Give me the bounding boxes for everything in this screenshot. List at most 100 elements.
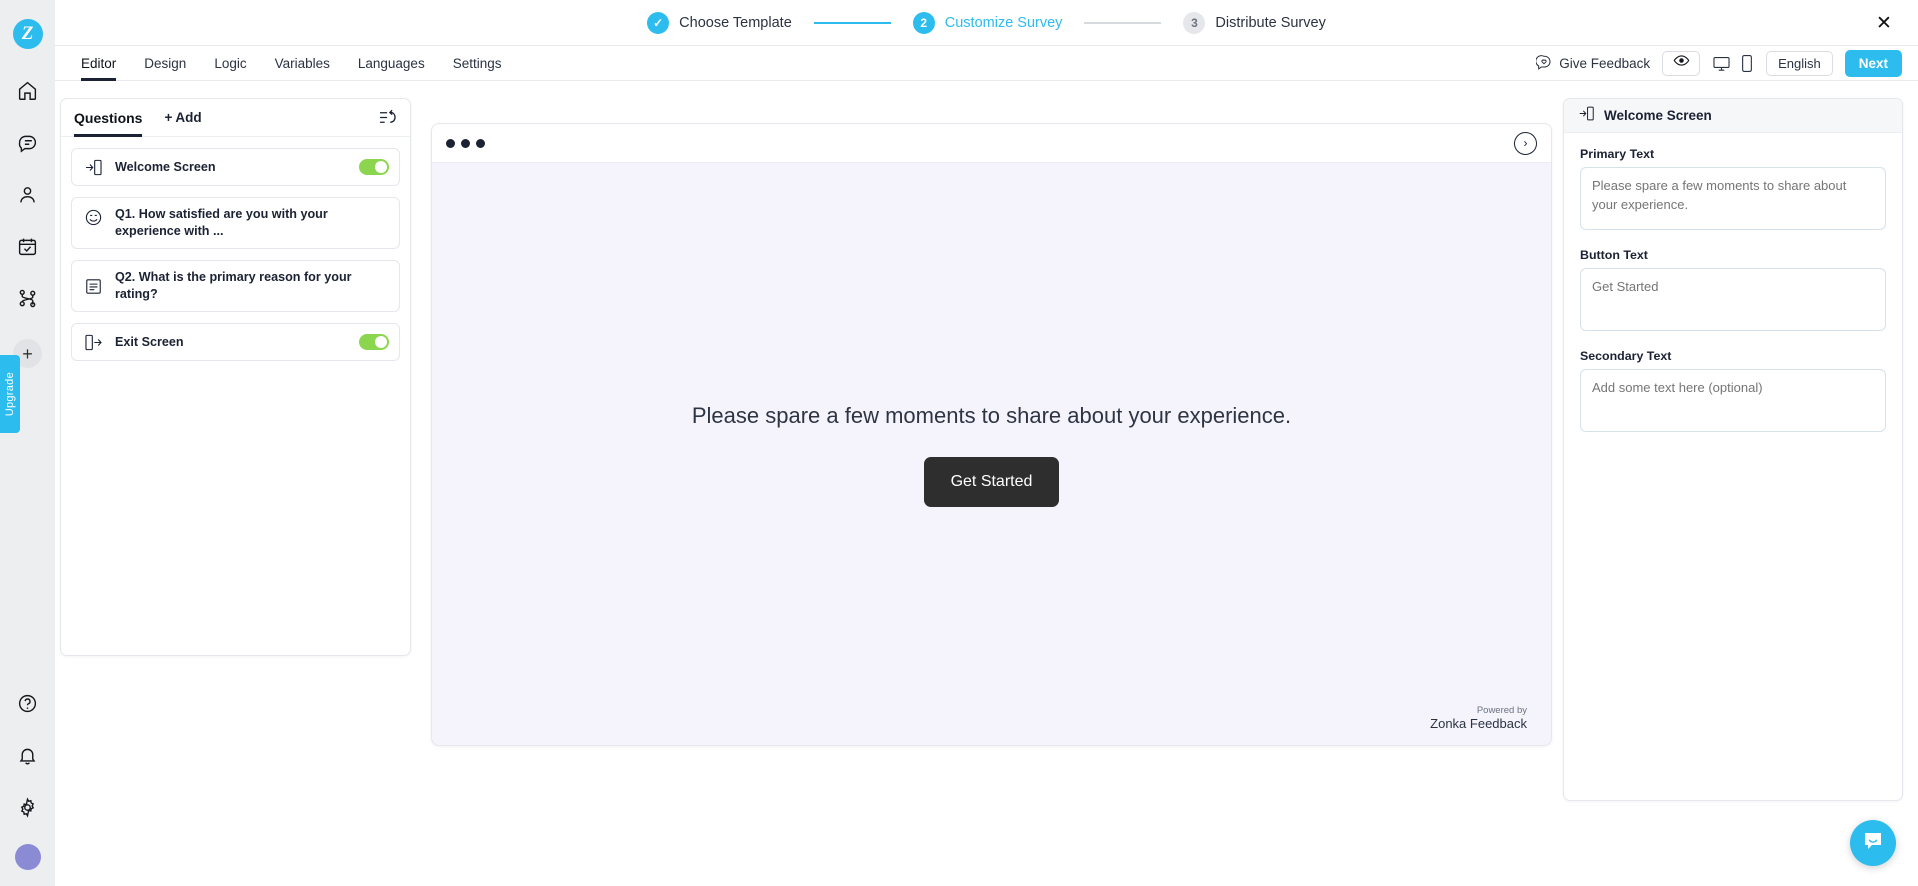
upgrade-label: Upgrade <box>4 371 16 417</box>
button-text-field-group: Button Text <box>1580 248 1886 336</box>
window-dot <box>476 138 485 148</box>
step-badge: 2 <box>912 11 935 34</box>
step-choose-template[interactable]: ✓ Choose Template <box>647 11 792 34</box>
give-feedback-button[interactable]: Give Feedback <box>1535 54 1651 73</box>
question-row-label: Welcome Screen <box>115 159 216 174</box>
step-badge: 3 <box>1183 11 1206 34</box>
properties-panel-body: Primary Text Button Text Secondary Text <box>1564 133 1902 451</box>
questions-tab[interactable]: Questions <box>74 99 143 137</box>
enter-screen-icon <box>1578 105 1595 127</box>
step-badge: ✓ <box>647 11 670 34</box>
notifications-icon[interactable] <box>13 740 43 770</box>
survey-preview: › Please spare a few moments to share ab… <box>431 123 1552 746</box>
question-row-q2[interactable]: Q2. What is the primary reason for your … <box>71 260 400 312</box>
properties-panel-title: Welcome Screen <box>1604 108 1712 123</box>
primary-text-label: Primary Text <box>1580 147 1655 161</box>
tab-logic[interactable]: Logic <box>200 46 260 81</box>
avatar[interactable] <box>14 844 41 870</box>
secondary-text-label: Secondary Text <box>1580 349 1672 363</box>
chat-support-button[interactable] <box>1850 820 1896 866</box>
tab-languages[interactable]: Languages <box>344 46 439 81</box>
question-row-label: Q1. How satisfied are you with your expe… <box>115 207 328 238</box>
window-dots <box>446 138 485 148</box>
window-dot <box>461 138 470 148</box>
rail-bottom-group <box>0 688 55 870</box>
questions-list: Welcome Screen Q1. How satisfied are you… <box>61 137 410 372</box>
exit-screen-toggle[interactable] <box>359 334 389 350</box>
preview-titlebar: › <box>432 124 1551 163</box>
welcome-screen-toggle[interactable] <box>359 159 389 175</box>
question-row-q1[interactable]: Q1. How satisfied are you with your expe… <box>71 197 400 249</box>
chat-bubble-icon <box>1861 829 1885 858</box>
home-icon[interactable] <box>13 75 43 105</box>
properties-panel-header: Welcome Screen <box>1564 99 1902 133</box>
reorder-questions-icon[interactable] <box>378 108 397 127</box>
heart-chat-icon <box>1535 54 1552 73</box>
questions-panel: Questions + Add Welcome Screen Q1. How s… <box>60 98 411 656</box>
primary-text-input[interactable] <box>1580 167 1886 230</box>
contacts-icon[interactable] <box>13 179 43 209</box>
preview-body: Please spare a few moments to share abou… <box>432 163 1551 745</box>
close-icon[interactable]: ✕ <box>1870 9 1898 37</box>
tab-variables[interactable]: Variables <box>261 46 344 81</box>
stepper: ✓ Choose Template 2 Customize Survey 3 D… <box>647 11 1326 34</box>
text-lines-icon <box>82 277 104 296</box>
exit-screen-icon <box>82 333 104 352</box>
tab-editor[interactable]: Editor <box>67 46 130 81</box>
add-question-button[interactable]: + Add <box>164 110 201 125</box>
question-row-label: Q2. What is the primary reason for your … <box>115 270 352 301</box>
question-row-exit-screen[interactable]: Exit Screen <box>71 323 400 361</box>
secondary-text-input[interactable] <box>1580 369 1886 432</box>
preview-eye-button[interactable] <box>1662 50 1701 76</box>
step-distribute-survey[interactable]: 3 Distribute Survey <box>1183 11 1326 34</box>
tab-bar-actions: Give Feedback English Next <box>1535 49 1918 77</box>
button-text-input[interactable] <box>1580 268 1886 331</box>
preview-get-started-button[interactable]: Get Started <box>923 456 1060 507</box>
rail-icon-group <box>13 75 43 313</box>
feedback-icon[interactable] <box>13 127 43 157</box>
app-logo[interactable]: Z <box>0 6 55 61</box>
primary-text-field-group: Primary Text <box>1580 147 1886 235</box>
step-label: Distribute Survey <box>1215 14 1326 31</box>
powered-by: Powered by Zonka Feedback <box>1430 705 1527 732</box>
step-connector-1 <box>813 21 891 24</box>
secondary-text-field-group: Secondary Text <box>1580 349 1886 437</box>
add-question-label: Add <box>175 110 202 125</box>
question-row-label: Exit Screen <box>115 334 184 349</box>
help-icon[interactable] <box>13 688 43 718</box>
tab-design[interactable]: Design <box>130 46 200 81</box>
left-rail: Z + Upgrade <box>0 0 55 886</box>
preview-primary-text: Please spare a few moments to share abou… <box>691 402 1292 428</box>
enter-screen-icon <box>82 158 104 177</box>
smiley-icon <box>82 208 104 227</box>
give-feedback-label: Give Feedback <box>1559 55 1651 71</box>
window-dot <box>446 138 455 148</box>
tab-settings[interactable]: Settings <box>439 46 516 81</box>
properties-panel: Welcome Screen Primary Text Button Text … <box>1563 98 1903 801</box>
step-label: Choose Template <box>679 14 792 31</box>
button-text-label: Button Text <box>1580 248 1648 262</box>
next-button[interactable]: Next <box>1844 49 1902 77</box>
questions-panel-header: Questions + Add <box>61 99 410 137</box>
editor-tab-bar: Editor Design Logic Variables Languages … <box>55 46 1918 81</box>
top-bar: ✓ Choose Template 2 Customize Survey 3 D… <box>55 0 1918 46</box>
upgrade-button[interactable]: Upgrade <box>0 355 20 433</box>
desktop-preview-icon[interactable] <box>1712 54 1731 73</box>
workflows-icon[interactable] <box>13 283 43 313</box>
step-customize-survey[interactable]: 2 Customize Survey <box>912 11 1063 34</box>
zonka-logo-icon: Z <box>12 18 43 49</box>
powered-by-line1: Powered by <box>1476 705 1527 717</box>
step-label: Customize Survey <box>944 14 1063 31</box>
settings-icon[interactable] <box>13 792 43 822</box>
device-toggle-group <box>1712 54 1754 73</box>
tasks-icon[interactable] <box>13 231 43 261</box>
eye-icon <box>1673 52 1690 74</box>
language-selector[interactable]: English <box>1766 50 1833 76</box>
powered-by-line2: Zonka Feedback <box>1430 716 1527 732</box>
plus-icon: + <box>164 110 173 125</box>
step-connector-2 <box>1084 21 1162 24</box>
editor-tabs: Editor Design Logic Variables Languages … <box>67 46 515 81</box>
question-row-welcome-screen[interactable]: Welcome Screen <box>71 148 400 186</box>
mobile-preview-icon[interactable] <box>1740 54 1754 73</box>
preview-next-icon[interactable]: › <box>1514 131 1537 155</box>
